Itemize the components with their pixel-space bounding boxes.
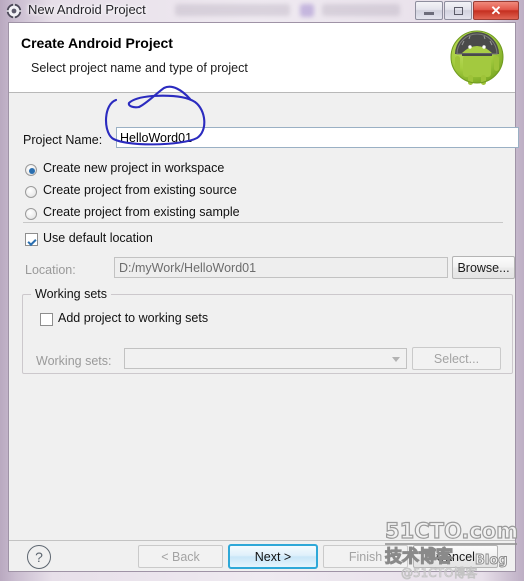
minimize-button[interactable]: [415, 1, 443, 20]
maximize-icon: [445, 2, 471, 19]
dialog-footer: ? < Back Next > Finish Cancel: [9, 540, 515, 571]
add-to-working-sets-checkbox[interactable]: [40, 313, 53, 326]
window-controls: ✕: [414, 1, 519, 21]
browse-button[interactable]: Browse...: [452, 256, 515, 279]
minimize-icon: [416, 2, 442, 19]
working-sets-combo-label: Working sets:: [36, 354, 112, 368]
close-button[interactable]: ✕: [473, 1, 519, 20]
wizard-body: Project Name: Create new project in work…: [9, 93, 519, 540]
radio-label: Create project from existing sample: [43, 205, 240, 219]
use-default-location-label: Use default location: [43, 231, 153, 245]
radio-label: Create project from existing source: [43, 183, 237, 197]
close-icon: ✕: [490, 2, 502, 18]
finish-button[interactable]: Finish: [323, 545, 408, 568]
dialog-client: Create Android Project Select project na…: [8, 22, 519, 572]
maximize-button[interactable]: [444, 1, 472, 20]
location-input[interactable]: D:/myWork/HelloWord01: [114, 257, 448, 278]
window-title: New Android Project: [28, 2, 146, 17]
next-button[interactable]: Next >: [228, 544, 318, 569]
desktop-ghost-icon: [300, 4, 314, 17]
separator-top: [23, 222, 503, 223]
desktop-ghost-text-2: [322, 4, 400, 16]
radio-indicator: [25, 164, 37, 176]
radio-indicator: [25, 208, 37, 220]
location-label: Location:: [25, 263, 76, 277]
chevron-down-icon: [392, 357, 400, 362]
page-title: Create Android Project: [21, 35, 173, 51]
working-sets-group-title: Working sets: [31, 287, 112, 301]
radio-indicator: [25, 186, 37, 198]
android-robot-icon: [450, 30, 504, 85]
select-working-sets-button[interactable]: Select...: [412, 347, 501, 370]
page-subtitle: Select project name and type of project: [31, 61, 248, 75]
dialog-window: New Android Project ✕ Create Android Pro…: [0, 0, 524, 581]
desktop-ghost-text: [175, 4, 290, 16]
android-settings-icon: [6, 3, 22, 19]
add-to-working-sets-label: Add project to working sets: [58, 311, 209, 325]
use-default-location-checkbox[interactable]: [25, 233, 38, 246]
project-name-input[interactable]: [116, 127, 519, 148]
cancel-button[interactable]: Cancel: [413, 545, 498, 568]
wizard-header: Create Android Project Select project na…: [9, 23, 515, 93]
radio-label: Create new project in workspace: [43, 161, 225, 175]
working-sets-combo[interactable]: [124, 348, 407, 369]
help-icon[interactable]: ?: [27, 545, 51, 569]
back-button[interactable]: < Back: [138, 545, 223, 568]
title-bar[interactable]: New Android Project ✕: [0, 0, 524, 22]
project-name-label: Project Name:: [23, 133, 103, 147]
